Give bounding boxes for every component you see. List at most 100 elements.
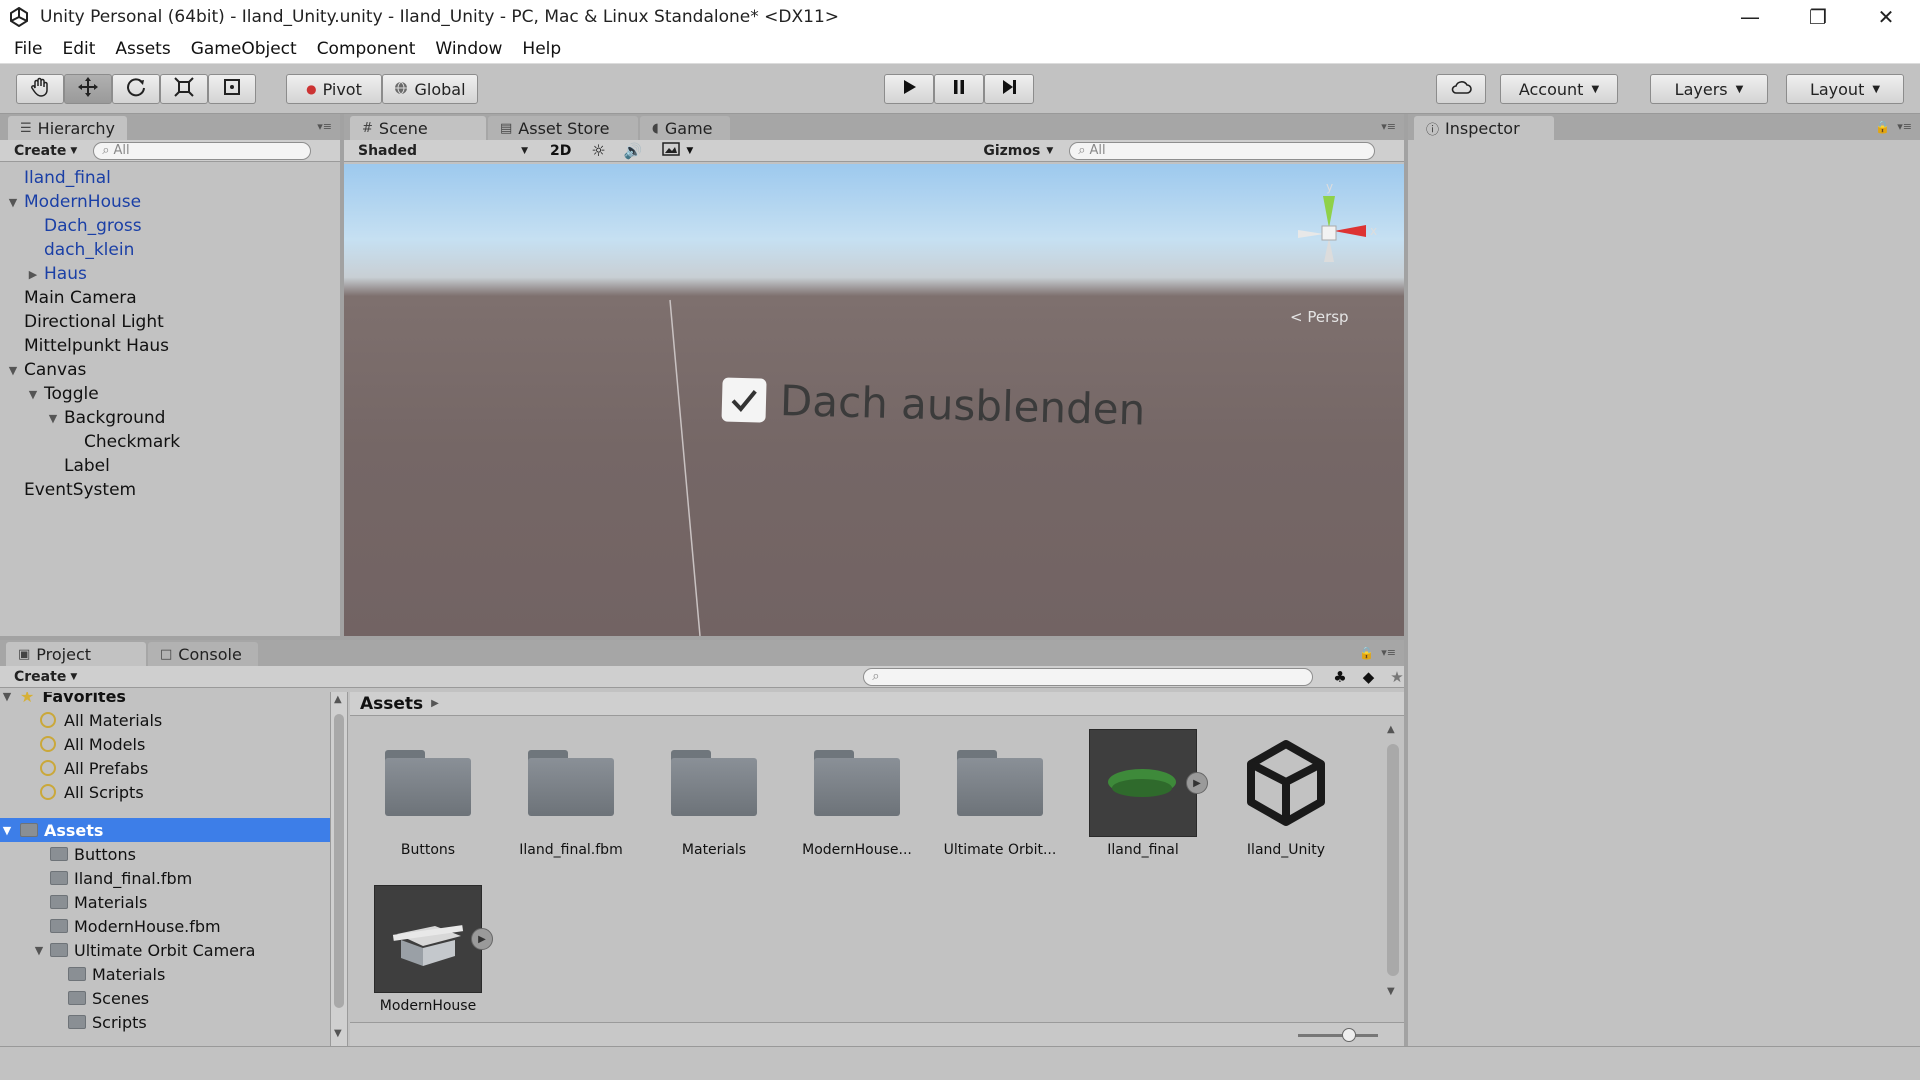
pivot-toggle-button[interactable]: ● Pivot xyxy=(286,74,382,104)
tab-hierarchy[interactable]: ☰ Hierarchy xyxy=(8,116,127,140)
scroll-down-arrow-icon[interactable]: ▼ xyxy=(334,1028,342,1039)
hierarchy-search-input[interactable]: ⌕ All xyxy=(93,141,312,160)
favorite-star-icon[interactable]: ★ xyxy=(1390,668,1403,686)
expand-arrow-icon[interactable]: ▼ xyxy=(0,824,14,837)
scroll-down-arrow-icon[interactable]: ▼ xyxy=(1387,986,1395,997)
lock-icon[interactable]: 🔒 xyxy=(1875,120,1890,134)
effects-toggle-icon[interactable] xyxy=(662,141,681,160)
mode-2d-toggle[interactable]: 2D xyxy=(544,143,577,159)
tab-asset-store[interactable]: ▤ Asset Store xyxy=(488,116,638,140)
assets-root-row[interactable]: ▼ Assets xyxy=(0,818,330,842)
filter-type-icon[interactable]: ♣ xyxy=(1333,668,1346,686)
lighting-toggle-icon[interactable]: ☼ xyxy=(591,141,605,160)
favorite-item[interactable]: All Models xyxy=(0,732,330,756)
collapsed-arrow-icon[interactable]: ▶ xyxy=(26,268,40,281)
filter-label-icon[interactable]: ◆ xyxy=(1363,668,1375,686)
project-folder-item[interactable]: ModernHouse.fbm xyxy=(0,914,330,938)
tab-game[interactable]: ◖ Game xyxy=(640,116,730,140)
project-folder-item[interactable]: Scripts xyxy=(0,1010,330,1034)
panel-menu-icon[interactable]: ▾≡ xyxy=(1897,120,1912,133)
expanded-arrow-icon[interactable]: ▼ xyxy=(32,944,46,957)
hierarchy-item[interactable]: ▶ Haus xyxy=(0,262,340,286)
cloud-button[interactable] xyxy=(1436,74,1486,104)
hierarchy-item[interactable]: Dach_gross xyxy=(0,214,340,238)
close-button[interactable]: ✕ xyxy=(1852,0,1920,34)
hierarchy-item[interactable]: ▼ Toggle xyxy=(0,382,340,406)
favorite-item[interactable]: All Scripts xyxy=(0,780,330,804)
dropdown-arrow-icon[interactable]: ▼ xyxy=(686,146,693,156)
tab-project[interactable]: ▣ Project xyxy=(6,642,146,666)
scrollbar-thumb[interactable] xyxy=(334,714,344,1008)
gizmos-dropdown[interactable]: Gizmos ▼ xyxy=(983,143,1053,159)
asset-item[interactable]: ▶ ModernHouse xyxy=(358,884,498,1024)
asset-item[interactable]: Iland_final.fbm xyxy=(501,728,641,868)
layers-dropdown[interactable]: Layers ▼ xyxy=(1650,74,1768,104)
play-button[interactable] xyxy=(884,74,934,104)
favorite-item[interactable]: All Materials xyxy=(0,708,330,732)
project-folder-item[interactable]: ▼ Ultimate Orbit Camera xyxy=(0,938,330,962)
menu-component[interactable]: Component xyxy=(307,39,426,59)
asset-item[interactable]: Buttons xyxy=(358,728,498,868)
menu-gameobject[interactable]: GameObject xyxy=(181,39,307,59)
menu-help[interactable]: Help xyxy=(512,39,571,59)
scale-tool-button[interactable] xyxy=(160,74,208,104)
scroll-up-arrow-icon[interactable]: ▲ xyxy=(1387,724,1395,735)
hierarchy-item[interactable]: dach_klein xyxy=(0,238,340,262)
scroll-up-arrow-icon[interactable]: ▲ xyxy=(334,694,342,705)
hierarchy-item[interactable]: ▼ Canvas xyxy=(0,358,340,382)
asset-item[interactable]: ModernHouse... xyxy=(787,728,927,868)
projection-label[interactable]: < Persp xyxy=(1290,308,1349,326)
project-create-button[interactable]: Create ▼ xyxy=(14,669,77,685)
hierarchy-item[interactable]: ▼ Background xyxy=(0,406,340,430)
scrollbar-thumb[interactable] xyxy=(1387,744,1399,976)
hierarchy-item[interactable]: Iland_final xyxy=(0,166,340,190)
asset-item[interactable]: Materials xyxy=(644,728,784,868)
global-toggle-button[interactable]: Global xyxy=(382,74,478,104)
restore-button[interactable]: ❐ xyxy=(1784,0,1852,34)
favorite-item[interactable]: All Prefabs xyxy=(0,756,330,780)
expanded-arrow-icon[interactable]: ▼ xyxy=(6,364,20,377)
account-dropdown[interactable]: Account ▼ xyxy=(1500,74,1618,104)
project-folder-item[interactable]: Buttons xyxy=(0,842,330,866)
hierarchy-create-button[interactable]: Create ▼ xyxy=(14,143,77,159)
step-button[interactable] xyxy=(984,74,1034,104)
expanded-arrow-icon[interactable]: ▼ xyxy=(6,196,20,209)
menu-assets[interactable]: Assets xyxy=(105,39,180,59)
hierarchy-item[interactable]: Main Camera xyxy=(0,286,340,310)
favorites-row[interactable]: ▼ ★ Favorites xyxy=(0,692,330,708)
tab-scene[interactable]: # Scene xyxy=(350,116,486,140)
lock-icon[interactable]: 🔒 xyxy=(1359,646,1374,660)
tab-inspector[interactable]: ⓘ Inspector xyxy=(1414,116,1554,140)
project-folder-item[interactable]: Materials xyxy=(0,962,330,986)
minimize-button[interactable]: — xyxy=(1716,0,1784,34)
rotate-tool-button[interactable] xyxy=(112,74,160,104)
scene-viewport[interactable]: y x < Persp Dach ausblenden xyxy=(344,164,1404,636)
scene-search-input[interactable]: ⌕ All xyxy=(1069,141,1376,160)
menu-edit[interactable]: Edit xyxy=(52,39,105,59)
expanded-arrow-icon[interactable]: ▼ xyxy=(26,388,40,401)
hierarchy-item[interactable]: Checkmark xyxy=(0,430,340,454)
project-folder-item[interactable]: Scenes xyxy=(0,986,330,1010)
orientation-gizmo[interactable]: y x xyxy=(1274,178,1384,288)
pause-button[interactable] xyxy=(934,74,984,104)
panel-menu-icon[interactable]: ▾≡ xyxy=(1381,120,1396,133)
expanded-arrow-icon[interactable]: ▼ xyxy=(46,412,60,425)
hand-tool-button[interactable] xyxy=(16,74,64,104)
asset-item[interactable]: ▶ Iland_final xyxy=(1073,728,1213,868)
breadcrumb-assets[interactable]: Assets xyxy=(360,694,423,714)
hierarchy-item[interactable]: ▼ ModernHouse xyxy=(0,190,340,214)
project-folder-item[interactable]: Iland_final.fbm xyxy=(0,866,330,890)
expand-arrow-icon[interactable]: ▼ xyxy=(0,692,14,703)
icon-size-slider-thumb[interactable] xyxy=(1342,1028,1356,1042)
hierarchy-item[interactable]: Directional Light xyxy=(0,310,340,334)
menu-window[interactable]: Window xyxy=(425,39,512,59)
hierarchy-item[interactable]: Mittelpunkt Haus xyxy=(0,334,340,358)
audio-toggle-icon[interactable]: 🔊 xyxy=(624,142,643,160)
layout-dropdown[interactable]: Layout ▼ xyxy=(1786,74,1904,104)
asset-item[interactable]: Iland_Unity xyxy=(1216,728,1356,868)
icon-size-slider-track[interactable] xyxy=(1298,1034,1378,1037)
project-folder-item[interactable]: Materials xyxy=(0,890,330,914)
move-tool-button[interactable] xyxy=(64,74,112,104)
menu-file[interactable]: File xyxy=(4,39,52,59)
panel-menu-icon[interactable]: ▾≡ xyxy=(317,120,332,133)
